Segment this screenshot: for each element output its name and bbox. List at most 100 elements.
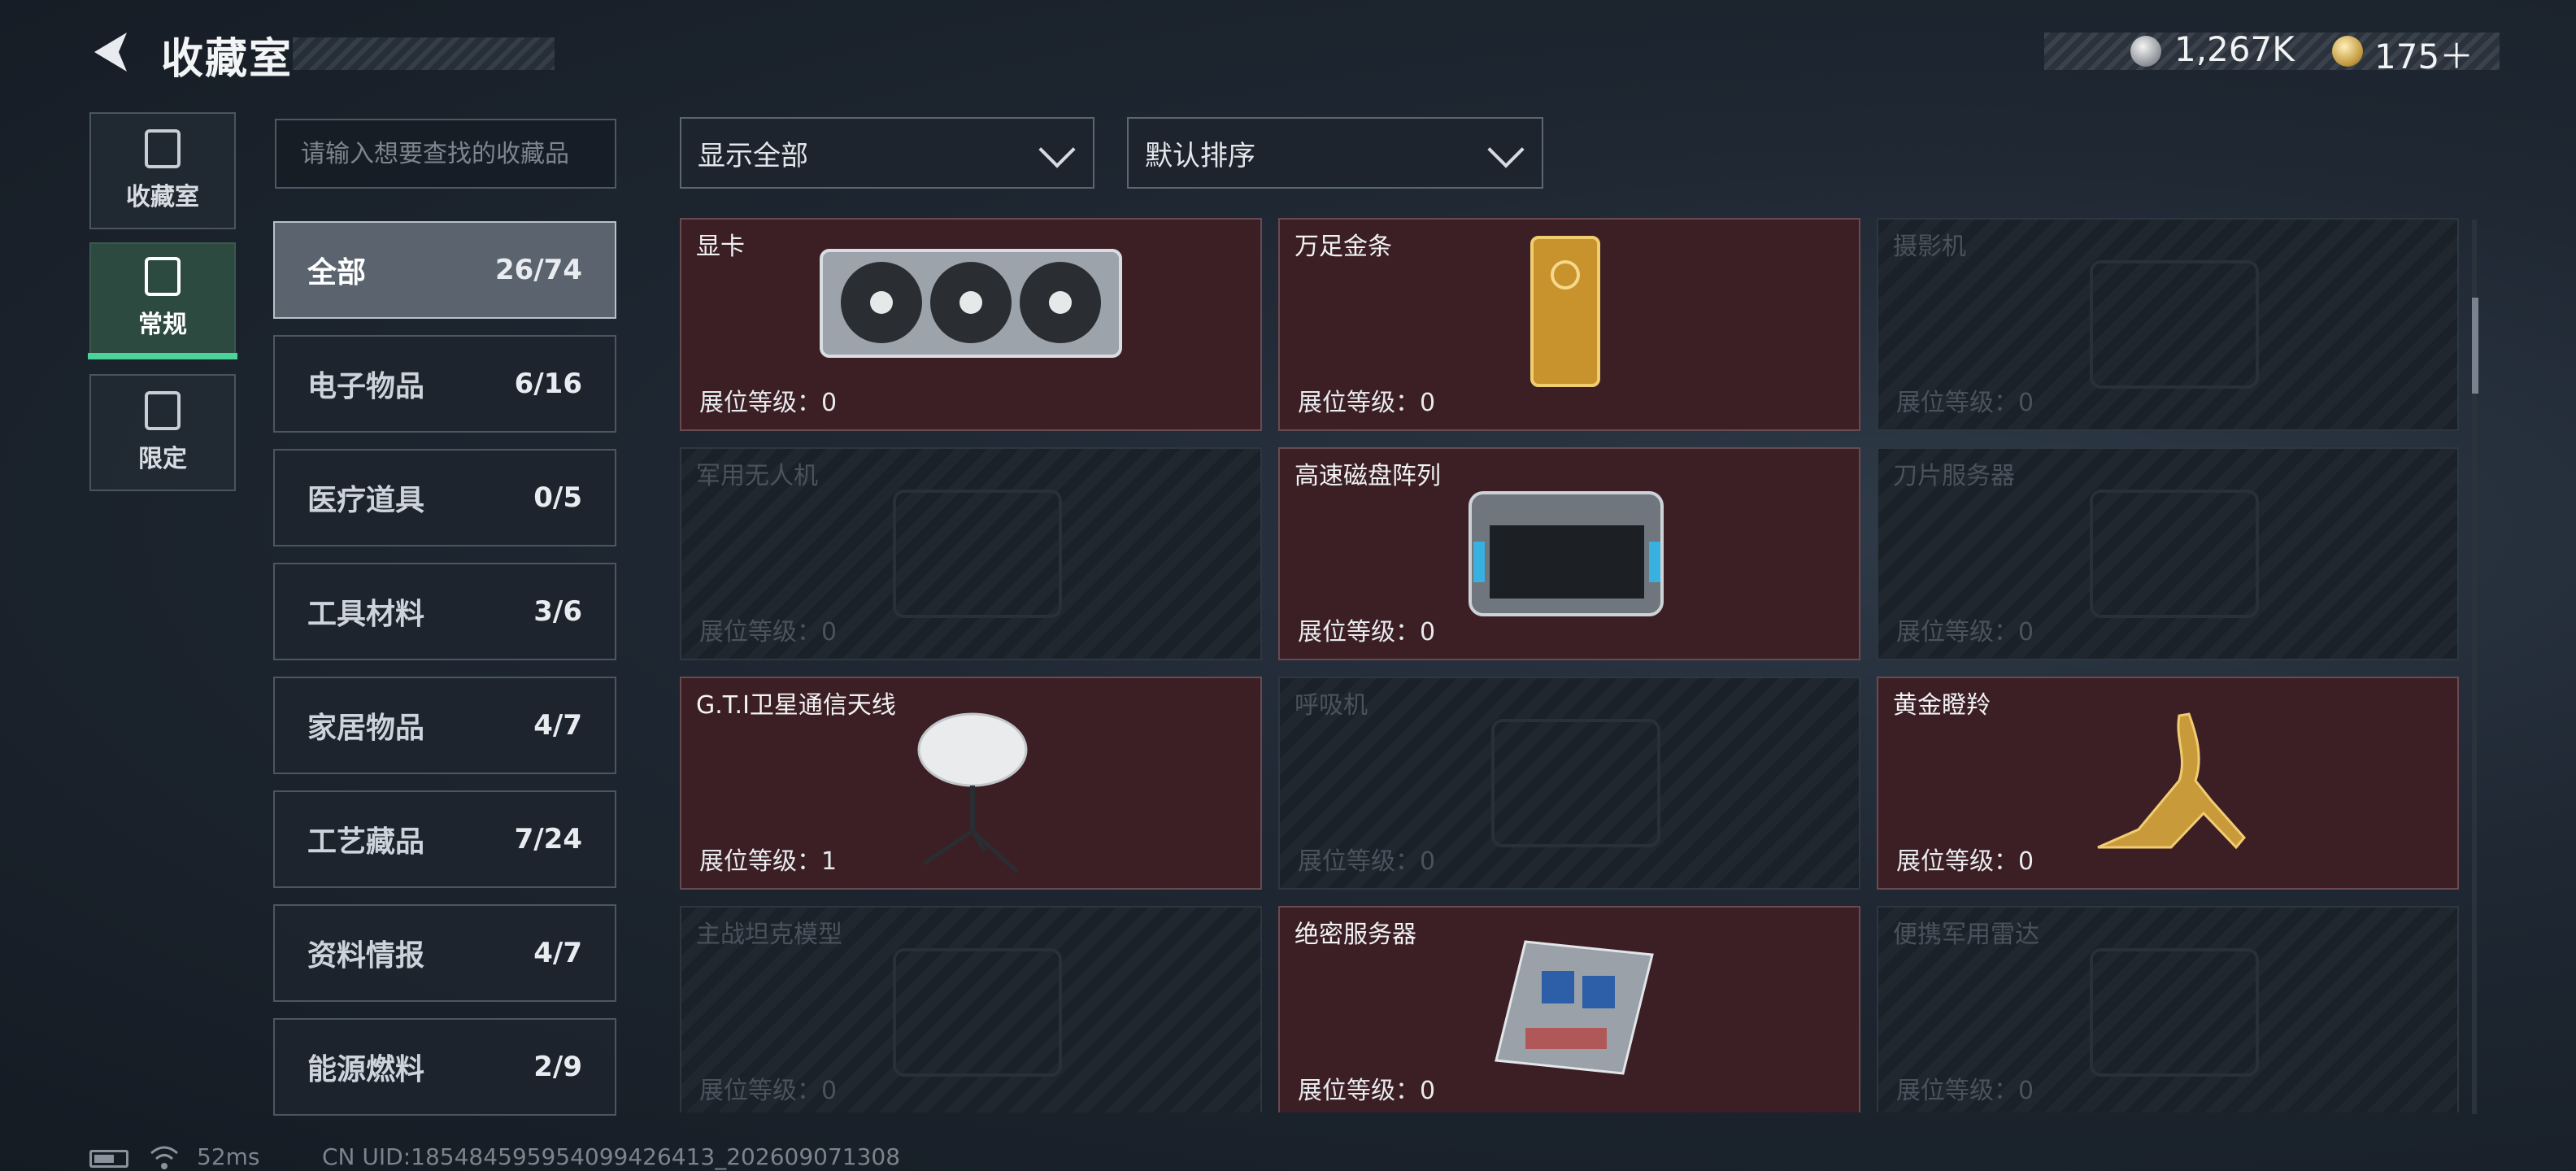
item-level: 展位等级：0 — [1896, 618, 2034, 646]
page-title: 收藏室 — [161, 35, 294, 84]
sort-dropdown[interactable]: 默认排序 — [1127, 117, 1543, 189]
item-level: 展位等级：0 — [1298, 389, 1436, 417]
tank-model-icon — [893, 948, 1062, 1077]
user-uid: CN UID:18548459595409942641​3_2026090713… — [322, 1143, 901, 1170]
nav-tab-regular[interactable]: 常规 — [89, 242, 236, 355]
category-count: 26/74 — [494, 254, 582, 286]
gold-currency-amount[interactable]: 175＋ — [2374, 29, 2474, 79]
chevron-down-icon — [1487, 131, 1525, 168]
filter-dropdown[interactable]: 显示全部 — [680, 117, 1094, 189]
category-count: 0/5 — [533, 481, 582, 514]
collection-icon — [145, 129, 181, 168]
category-count: 6/16 — [514, 368, 582, 400]
item-card-top-secret-server[interactable]: 绝密服务器 展位等级：0 — [1278, 906, 1860, 1112]
category-crafts[interactable]: 工艺藏品 7/24 — [273, 790, 616, 888]
item-level: 展位等级：0 — [1298, 1077, 1436, 1105]
gold-bar-icon — [1530, 236, 1600, 387]
item-level: 展位等级：1 — [699, 847, 838, 876]
item-name: 主战坦克模型 — [696, 921, 842, 949]
collection-grid: 显卡 展位等级：0 万足金条 展位等级：0 摄影机 展位等级：0 军用无人机 展… — [680, 218, 2462, 1112]
disk-array-icon — [1469, 491, 1664, 616]
item-level: 展位等级：0 — [699, 618, 838, 646]
item-name: 显卡 — [696, 233, 745, 261]
item-name: 刀片服务器 — [1893, 462, 2015, 490]
item-level: 展位等级：0 — [699, 1077, 838, 1105]
drone-icon — [893, 490, 1062, 618]
category-household[interactable]: 家居物品 4/7 — [273, 677, 616, 774]
item-card-blade-server[interactable]: 刀片服务器 展位等级：0 — [1877, 447, 2459, 660]
nav-tab-limited[interactable]: 限定 — [89, 374, 236, 491]
radar-icon — [2090, 948, 2259, 1077]
category-count: 3/6 — [533, 595, 582, 628]
category-count: 4/7 — [533, 937, 582, 969]
item-card-ventilator[interactable]: 呼吸机 展位等级：0 — [1278, 677, 1860, 890]
silver-coin-icon — [2130, 36, 2161, 67]
camera-icon — [2090, 260, 2259, 389]
scrollbar-thumb[interactable] — [2472, 298, 2478, 394]
filter-dropdown-value: 显示全部 — [698, 139, 808, 172]
category-count: 7/24 — [514, 823, 582, 855]
ventilator-icon — [1491, 719, 1660, 847]
battery-icon — [89, 1150, 128, 1168]
nav-tab-label: 限定 — [138, 445, 187, 473]
blade-server-icon — [2090, 490, 2259, 618]
gold-coin-icon — [2332, 36, 2363, 67]
wifi-icon — [150, 1146, 178, 1169]
category-name: 全部 — [307, 256, 367, 289]
category-count: 4/7 — [533, 709, 582, 742]
item-name: 万足金条 — [1295, 233, 1392, 261]
item-card-disk-array[interactable]: 高速磁盘阵列 展位等级：0 — [1278, 447, 1860, 660]
item-card-gold-gazelle[interactable]: 黄金瞪羚 展位等级：0 — [1877, 677, 2459, 890]
sort-dropdown-value: 默认排序 — [1145, 139, 1255, 172]
item-card-gold-bar[interactable]: 万足金条 展位等级：0 — [1278, 218, 1860, 431]
item-card-portable-radar[interactable]: 便携军用雷达 展位等级：0 — [1877, 906, 2459, 1112]
nav-tab-label: 常规 — [138, 311, 187, 339]
graphics-card-icon — [820, 249, 1122, 358]
regular-icon — [145, 257, 181, 296]
category-electronics[interactable]: 电子物品 6/16 — [273, 335, 616, 433]
item-card-graphics-card[interactable]: 显卡 展位等级：0 — [680, 218, 1262, 431]
silver-currency-amount: 1,267K — [2174, 29, 2295, 69]
category-name: 家居物品 — [307, 712, 425, 745]
item-name: 军用无人机 — [696, 462, 818, 490]
category-count: 2/9 — [533, 1051, 582, 1083]
item-level: 展位等级：0 — [1896, 1077, 2034, 1105]
category-name: 电子物品 — [307, 370, 425, 403]
chevron-down-icon — [1038, 131, 1076, 168]
category-name: 工艺藏品 — [307, 825, 425, 859]
limited-icon — [145, 391, 181, 430]
category-intel[interactable]: 资料情报 4/7 — [273, 904, 616, 1002]
item-card-drone[interactable]: 军用无人机 展位等级：0 — [680, 447, 1262, 660]
item-card-tank-model[interactable]: 主战坦克模型 展位等级：0 — [680, 906, 1262, 1112]
item-name: 便携军用雷达 — [1893, 921, 2039, 949]
title-decoration — [293, 37, 555, 70]
category-name: 工具材料 — [307, 598, 425, 631]
server-icon — [1495, 940, 1654, 1075]
category-name: 医疗道具 — [307, 484, 425, 517]
category-medical[interactable]: 医疗道具 0/5 — [273, 449, 616, 546]
network-ping: 52ms — [197, 1143, 260, 1170]
item-card-satellite-dish[interactable]: G.T.I卫星通信天线 展位等级：1 — [680, 677, 1262, 890]
item-name: 高速磁盘阵列 — [1295, 462, 1441, 490]
gold-gazelle-icon — [2097, 712, 2246, 850]
item-level: 展位等级：0 — [1298, 618, 1436, 646]
header-bar: 收藏室 1,267K 175＋ — [0, 0, 2576, 106]
item-card-camera[interactable]: 摄影机 展位等级：0 — [1877, 218, 2459, 431]
category-energy[interactable]: 能源燃料 2/9 — [273, 1018, 616, 1116]
category-all[interactable]: 全部 26/74 — [273, 221, 616, 319]
category-name: 资料情报 — [307, 939, 425, 973]
category-name: 能源燃料 — [307, 1053, 425, 1086]
search-input[interactable] — [275, 119, 616, 189]
item-level: 展位等级：0 — [699, 389, 838, 417]
category-tools[interactable]: 工具材料 3/6 — [273, 563, 616, 660]
nav-tab-collection[interactable]: 收藏室 — [89, 112, 236, 229]
item-name: 呼吸机 — [1295, 691, 1368, 720]
item-level: 展位等级：0 — [1896, 847, 2034, 876]
item-name: 摄影机 — [1893, 233, 1966, 261]
item-level: 展位等级：0 — [1896, 389, 2034, 417]
back-arrow-icon[interactable] — [88, 28, 137, 76]
active-tab-indicator — [88, 353, 237, 359]
item-name: 绝密服务器 — [1295, 921, 1416, 949]
item-level: 展位等级：0 — [1298, 847, 1436, 876]
nav-tab-label: 收藏室 — [126, 183, 199, 211]
